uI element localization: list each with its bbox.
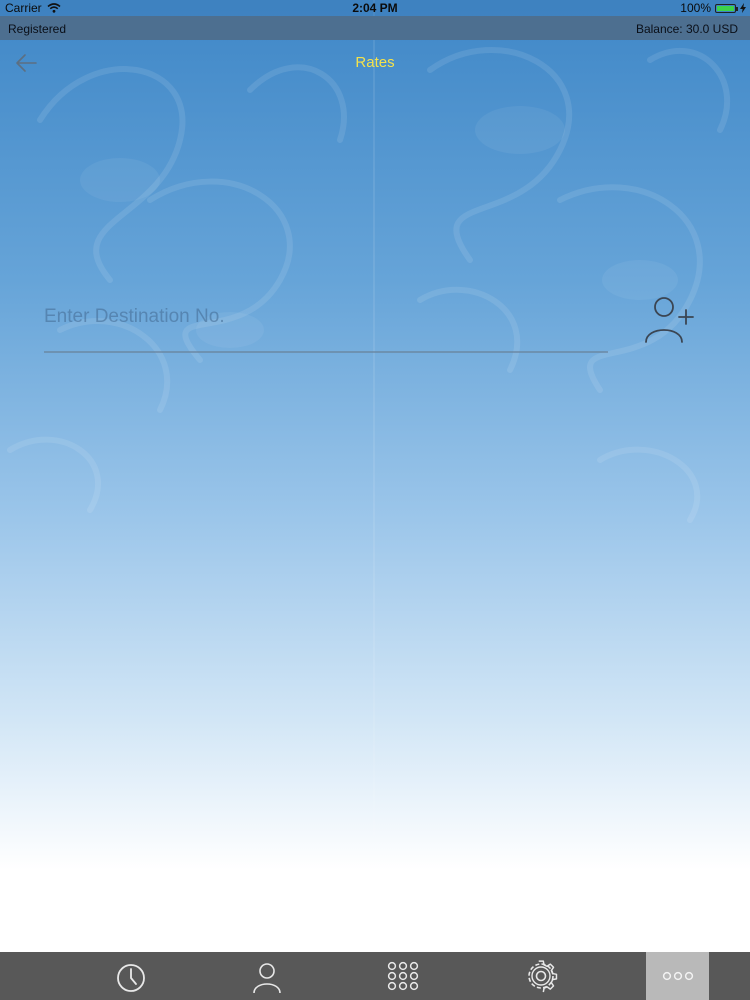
more-icon	[662, 971, 693, 981]
tab-keypad[interactable]	[376, 952, 430, 1000]
tab-contacts[interactable]	[240, 952, 294, 1000]
status-time: 2:04 PM	[352, 1, 398, 15]
person-icon	[253, 963, 281, 993]
gear-icon	[528, 960, 558, 993]
nav-bar: Rates	[0, 40, 750, 86]
keypad-icon	[387, 961, 419, 991]
tab-bar	[0, 952, 750, 1000]
clock-icon	[117, 964, 145, 992]
battery-group: 100%	[680, 1, 746, 15]
battery-tip	[736, 6, 738, 11]
add-contact-icon	[645, 297, 694, 343]
battery-percent: 100%	[680, 1, 711, 15]
destination-underline	[44, 351, 608, 353]
balance-label: Balance: 30.0 USD	[635, 22, 738, 36]
account-bar: Registered Balance: 30.0 USD	[0, 16, 750, 40]
tab-more[interactable]	[646, 952, 709, 1000]
status-bar: Carrier 2:04 PM 100%	[0, 0, 750, 16]
battery-icon	[715, 3, 738, 13]
tab-history[interactable]	[104, 952, 158, 1000]
destination-input[interactable]	[44, 298, 608, 336]
pane-divider	[373, 0, 375, 950]
tab-settings[interactable]	[514, 952, 568, 1000]
battery-fill	[717, 5, 734, 11]
add-contact-button[interactable]	[642, 294, 694, 346]
page-title: Rates	[355, 54, 395, 71]
rates-screen: Carrier 2:04 PM 100% Registered Balance:…	[0, 0, 750, 1000]
registration-status: Registered	[8, 22, 67, 36]
charging-bolt-icon	[740, 3, 746, 13]
